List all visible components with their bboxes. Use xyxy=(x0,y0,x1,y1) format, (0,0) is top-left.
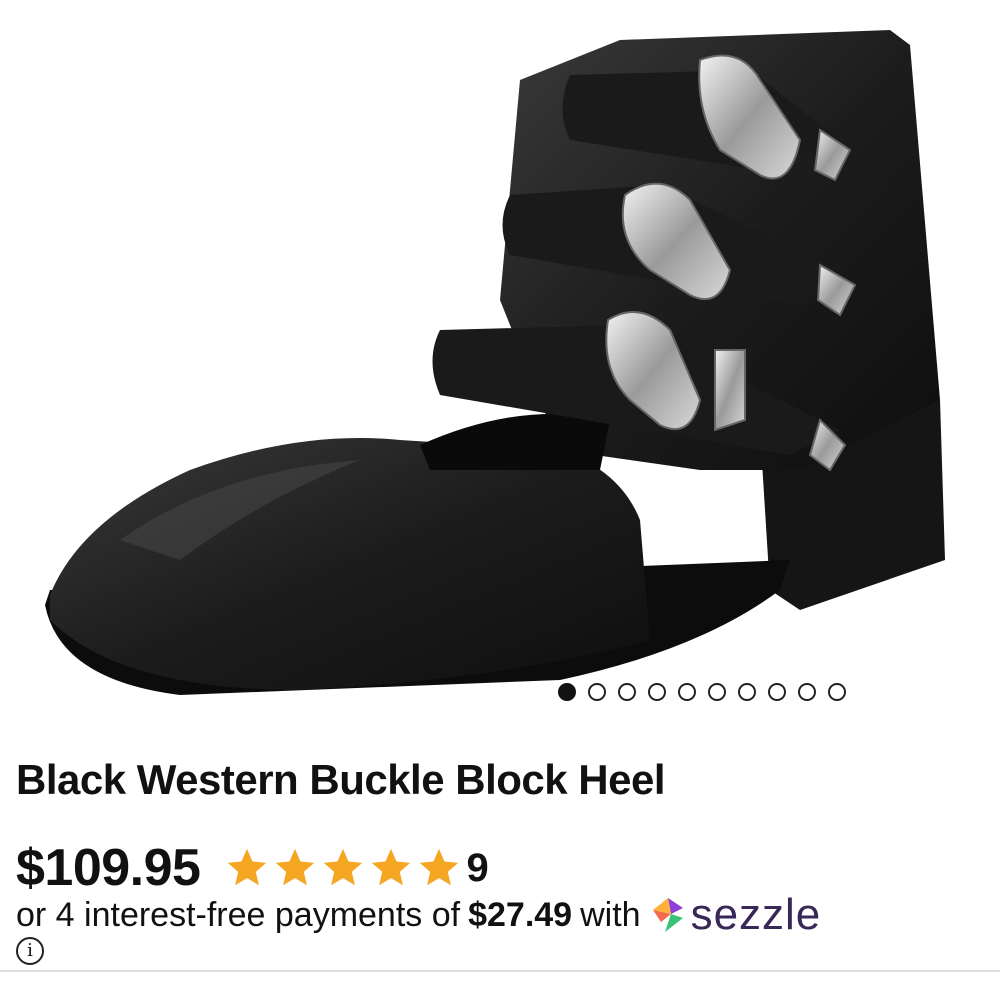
info-icon[interactable]: i xyxy=(16,937,44,965)
star-icon xyxy=(420,848,459,886)
review-count[interactable]: 9 xyxy=(466,846,488,891)
boot-illustration xyxy=(45,30,945,695)
product-title: Black Western Buckle Block Heel xyxy=(16,756,666,803)
carousel-dot[interactable] xyxy=(678,683,696,701)
carousel-dot[interactable] xyxy=(588,683,606,701)
product-image[interactable] xyxy=(0,0,1000,720)
installment-amount: $27.49 xyxy=(468,895,573,934)
payment-prefix: or 4 interest-free payments of xyxy=(16,895,461,934)
carousel-dot[interactable] xyxy=(798,683,816,701)
star-icon xyxy=(324,848,363,886)
carousel-dot[interactable] xyxy=(738,683,756,701)
carousel-dot[interactable] xyxy=(768,683,786,701)
star-icon xyxy=(372,848,411,886)
price-row: $109.95 9 xyxy=(16,838,489,898)
product-price: $109.95 xyxy=(16,839,201,897)
carousel-indicator xyxy=(558,683,846,701)
rating-stars[interactable] xyxy=(224,845,462,891)
divider xyxy=(0,970,1000,972)
payment-suffix: with xyxy=(580,895,641,934)
carousel-dot[interactable] xyxy=(618,683,636,701)
carousel-dot[interactable] xyxy=(828,683,846,701)
carousel-dot[interactable] xyxy=(558,683,576,701)
sezzle-payment-line: or 4 interest-free payments of $27.49 wi… xyxy=(16,890,821,940)
sezzle-logo[interactable]: sezzle xyxy=(651,890,822,940)
sezzle-mark-icon xyxy=(652,898,683,932)
carousel-dot[interactable] xyxy=(648,683,666,701)
star-icon xyxy=(228,848,267,886)
star-icon xyxy=(276,848,315,886)
carousel-dot[interactable] xyxy=(708,683,726,701)
sezzle-wordmark: sezzle xyxy=(690,890,822,939)
